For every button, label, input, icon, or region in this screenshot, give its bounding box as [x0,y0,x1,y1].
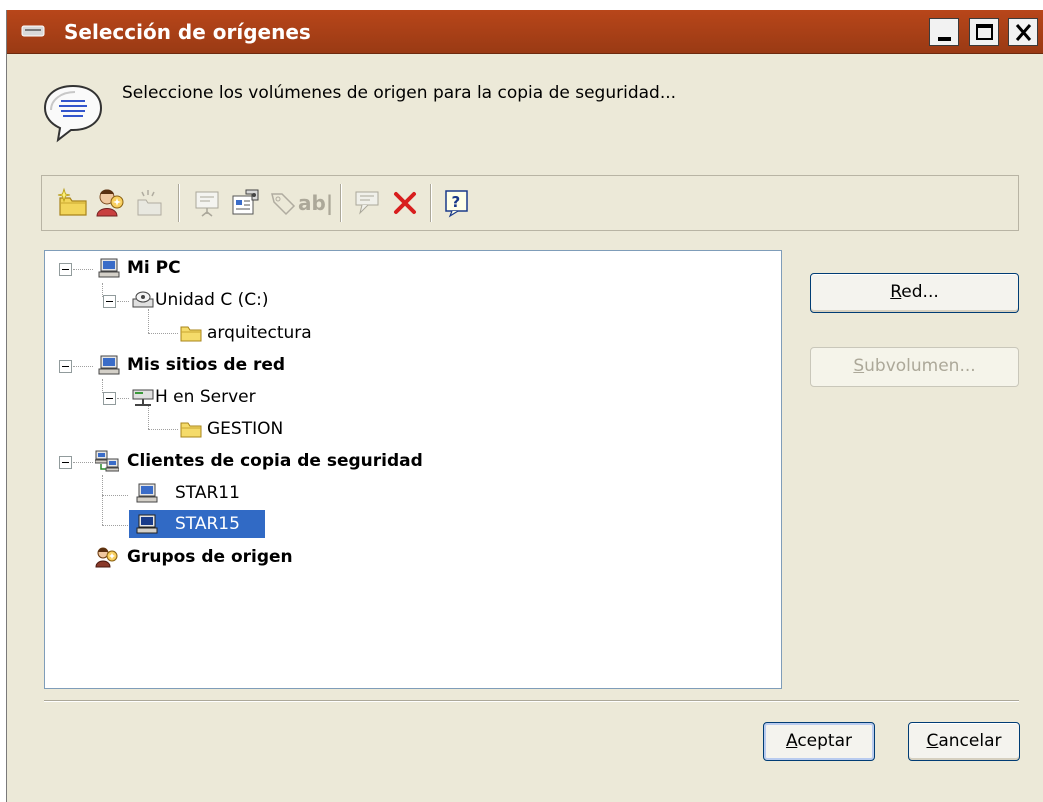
drive-icon [132,291,154,308]
collapse-toggle[interactable] [59,360,72,373]
window-title: Selección de orígenes [64,20,311,44]
toolbar-separator [178,184,180,222]
tree-line [117,398,129,399]
tree-node-arquitectura[interactable]: arquitectura [207,321,312,347]
tree-node-mi-pc[interactable]: Mi PC [127,256,181,282]
collapse-toggle[interactable] [103,392,116,405]
cancelar-label: ancelar [938,731,1002,751]
tag-icon [271,193,296,216]
tree-line [148,405,149,429]
close-icon [1015,24,1032,41]
red-button[interactable]: Red... [810,273,1019,313]
toolbar: ab| ? [41,175,1019,231]
tree-node-h-en-server[interactable]: H en Server [155,385,256,411]
tree-line [117,301,129,302]
folder-icon [180,422,202,438]
tree-line [148,333,178,334]
aceptar-button[interactable]: Aceptar [763,722,875,761]
tree-node-star11[interactable]: STAR11 [175,481,240,507]
instruction-text: Seleccione los volúmenes de origen para … [122,83,677,103]
backup-clients-icon [95,450,119,472]
tree-line [148,309,149,333]
network-places-icon [98,355,120,375]
maximize-icon [976,24,993,40]
close-button[interactable] [1008,18,1038,46]
subvolumen-label: ubvolumen... [864,356,976,376]
tree-line [148,429,178,430]
delete-icon[interactable] [388,186,422,220]
properties-icon[interactable] [228,186,262,220]
cancelar-mnemonic: C [926,731,939,751]
tree-line [102,379,103,393]
speech-bubble-icon [43,84,103,143]
folder-icon [180,326,202,342]
aceptar-label: ceptar [797,731,852,751]
tree-line [102,525,128,526]
subvolumen-button[interactable]: Subvolumen... [810,347,1019,387]
collapse-toggle[interactable] [59,456,72,469]
tree-node-mis-sitios-de-red[interactable]: Mis sitios de red [127,353,285,379]
minimize-button[interactable] [929,18,959,46]
subvolumen-mnemonic: S [853,356,865,376]
help-icon[interactable]: ? [440,186,474,220]
separator-line [44,700,1019,702]
source-tree[interactable]: Mi PC Unidad C (C:) arquitectura Mis sit… [44,250,782,689]
network-drive-icon [132,389,154,406]
presentation-icon [195,191,219,217]
collapse-toggle[interactable] [103,295,116,308]
tree-line [73,366,93,367]
tree-node-gestion[interactable]: GESTION [207,417,283,443]
cancelar-button[interactable]: Cancelar [908,722,1020,761]
users-icon[interactable] [94,186,128,220]
computer-icon [136,483,158,503]
window-icon [21,25,45,37]
tree-node-clientes[interactable]: Clientes de copia de seguridad [127,449,423,475]
toolbar-separator [430,184,432,222]
title-bar[interactable]: Selección de orígenes [7,10,1043,54]
source-groups-icon [95,547,118,568]
computer-icon [136,514,158,534]
tree-line [102,495,128,496]
tree-node-unidad-c[interactable]: Unidad C (C:) [155,288,268,314]
tree-line [73,462,93,463]
dialog-window: Selección de orígenes Seleccione los vol… [6,10,1043,802]
tree-line [73,269,93,270]
svg-text:?: ? [452,193,461,211]
tree-node-grupos-de-origen[interactable]: Grupos de origen [127,545,293,571]
tree-line [102,475,103,525]
maximize-button[interactable] [969,18,999,46]
new-folder-icon[interactable] [56,186,90,220]
aceptar-mnemonic: A [785,731,798,751]
collapse-toggle[interactable] [59,263,72,276]
red-label: ed... [901,282,939,302]
toolbar-separator [340,184,342,222]
red-mnemonic: R [890,282,902,302]
minimize-icon [938,37,951,41]
folder-action-icon [137,190,162,216]
computer-icon [98,258,120,278]
tree-node-star15[interactable]: STAR15 [175,512,240,538]
rename-icon: ab| [298,191,334,215]
comment-icon [355,191,379,215]
